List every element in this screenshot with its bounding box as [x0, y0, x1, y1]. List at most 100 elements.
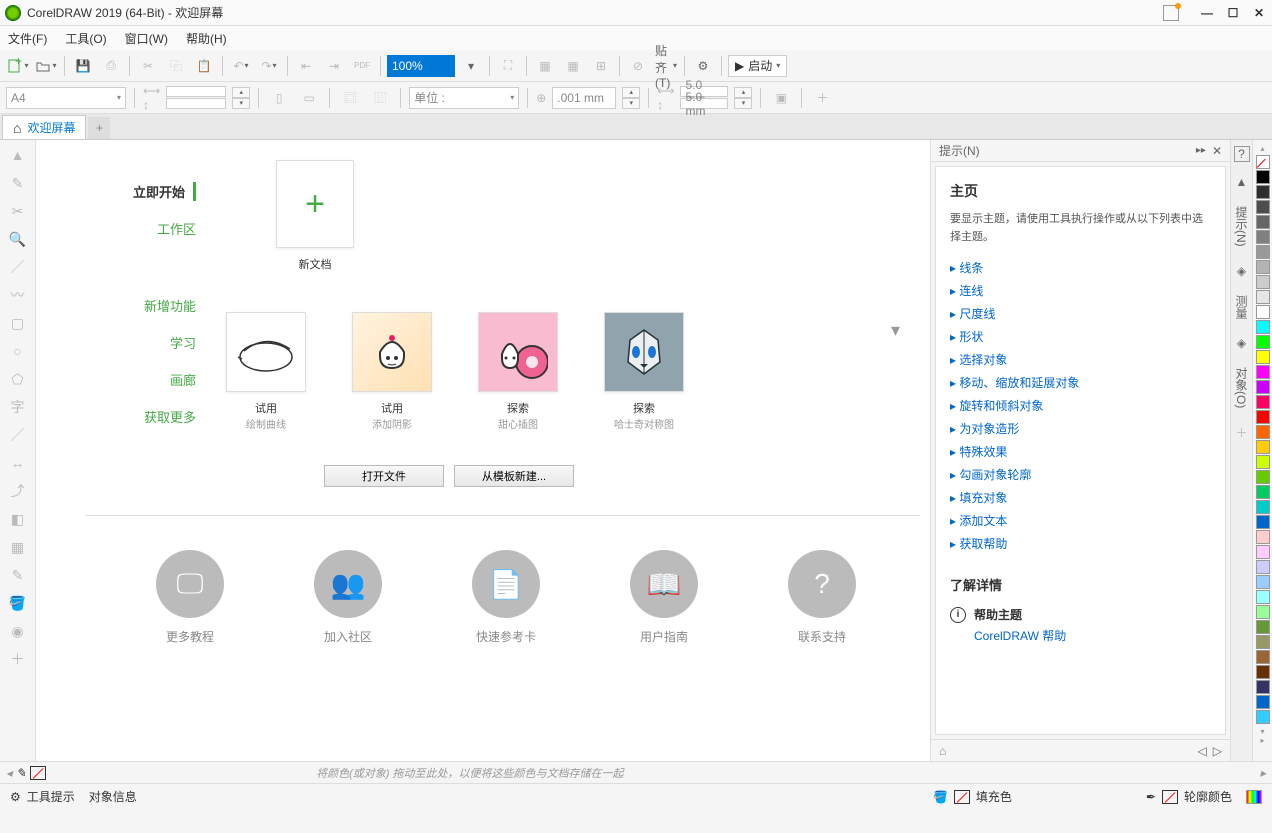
link-1[interactable]: 连线	[959, 284, 983, 298]
fill-tool[interactable]: 🪣	[7, 592, 29, 614]
swatch[interactable]	[1256, 590, 1270, 604]
page-layout-2[interactable]: ⿲	[368, 86, 392, 110]
new-button[interactable]: +	[6, 54, 30, 78]
link-12[interactable]: 获取帮助	[959, 537, 1007, 551]
fullscreen-button[interactable]: ⛶	[496, 54, 520, 78]
card-try-2[interactable]: 试用 添加阴影	[352, 312, 432, 431]
swatch[interactable]	[1256, 350, 1270, 364]
link-7[interactable]: 为对象造形	[959, 422, 1019, 436]
nav-getmore[interactable]: 获取更多	[66, 407, 196, 426]
swatch[interactable]	[1256, 530, 1270, 544]
link-6[interactable]: 旋转和倾斜对象	[959, 399, 1043, 413]
swatch[interactable]	[1256, 545, 1270, 559]
swatch[interactable]	[1256, 695, 1270, 709]
open-button[interactable]	[34, 54, 58, 78]
card-explore-2[interactable]: 探索 哈士奇对称图	[604, 312, 684, 431]
dock-layers-icon[interactable]: ◈	[1234, 335, 1250, 351]
spinner-3[interactable]: ▴▾	[734, 87, 752, 109]
add-toolbar-button[interactable]: ＋	[810, 86, 834, 110]
print-button[interactable]: ⎙	[99, 54, 123, 78]
line-tool[interactable]: ／	[7, 424, 29, 446]
page-width[interactable]	[166, 86, 226, 97]
link-4[interactable]: 选择对象	[959, 353, 1007, 367]
nav-fwd[interactable]: ▷	[1213, 744, 1222, 758]
cut-button[interactable]: ✂	[136, 54, 160, 78]
maximize-button[interactable]: ☐	[1225, 5, 1241, 21]
swatch[interactable]	[1256, 635, 1270, 649]
menu-file[interactable]: 文件(F)	[8, 30, 47, 47]
swatch[interactable]	[1256, 440, 1270, 454]
swatch[interactable]	[1256, 230, 1270, 244]
nav-start[interactable]: 立即开始	[66, 182, 196, 201]
dock-diamond-icon[interactable]: ◈	[1234, 263, 1250, 279]
user-icon[interactable]	[1163, 5, 1179, 21]
nav-home-icon[interactable]: ⌂	[939, 744, 946, 758]
import-button[interactable]: ⇤	[294, 54, 318, 78]
circle-more-tutorials[interactable]: 🖵更多教程	[156, 550, 224, 645]
swatch[interactable]	[1256, 680, 1270, 694]
options-button[interactable]: ⚙	[691, 54, 715, 78]
swatch[interactable]	[1256, 320, 1270, 334]
swatch[interactable]	[1256, 650, 1270, 664]
doc-color-none[interactable]	[30, 766, 46, 780]
color-grid-icon[interactable]	[1246, 790, 1262, 804]
zoom-field[interactable]: 100%	[387, 55, 455, 77]
spinner-1[interactable]: ▴▾	[232, 87, 250, 109]
swatch[interactable]	[1256, 215, 1270, 229]
nav-gallery[interactable]: 画廊	[66, 370, 196, 389]
dup-y[interactable]: 5.0 mm	[680, 98, 728, 109]
dock-measure-tab[interactable]: 测量	[1231, 291, 1252, 323]
swatch[interactable]	[1256, 275, 1270, 289]
link-3[interactable]: 形状	[959, 330, 983, 344]
crop-tool[interactable]: ✂	[7, 200, 29, 222]
swatch[interactable]	[1256, 665, 1270, 679]
swatch[interactable]	[1256, 335, 1270, 349]
link-11[interactable]: 添加文本	[959, 514, 1007, 528]
swatch[interactable]	[1256, 425, 1270, 439]
status-fill[interactable]: 🪣 填充色	[933, 788, 1012, 805]
spinner-2[interactable]: ▴▾	[622, 87, 640, 109]
swatch[interactable]	[1256, 485, 1270, 499]
swatch[interactable]	[1256, 560, 1270, 574]
treat-as-filled[interactable]: ▣	[769, 86, 793, 110]
nudge-field[interactable]: .001 mm	[552, 87, 616, 109]
new-document-card[interactable]: +	[276, 160, 354, 248]
dropshadow-tool[interactable]: ◧	[7, 508, 29, 530]
export-button[interactable]: ⇥	[322, 54, 346, 78]
pick-tool[interactable]: ▲	[7, 144, 29, 166]
grid-button[interactable]: ▦	[561, 54, 585, 78]
circle-community[interactable]: 👥加入社区	[314, 550, 382, 645]
save-button[interactable]: 💾	[71, 54, 95, 78]
eyedropper-icon[interactable]: ✎	[16, 766, 26, 780]
paper-combo[interactable]: A4▾	[6, 87, 126, 109]
dock-help-icon[interactable]: ?	[1234, 146, 1250, 162]
landscape-button[interactable]: ▭	[297, 86, 321, 110]
status-objinfo[interactable]: 对象信息	[89, 788, 137, 805]
page-height[interactable]	[166, 98, 226, 109]
snap-off-button[interactable]: ⊘	[626, 54, 650, 78]
swatch[interactable]	[1256, 470, 1270, 484]
ellipse-tool[interactable]: ○	[7, 340, 29, 362]
outline-tool[interactable]: ◉	[7, 620, 29, 642]
swatch[interactable]	[1256, 500, 1270, 514]
tab-welcome[interactable]: ⌂ 欢迎屏幕	[2, 115, 86, 139]
dock-hints-tab[interactable]: 提示(N)	[1231, 202, 1252, 251]
menu-tools[interactable]: 工具(O)	[65, 30, 106, 47]
polygon-tool[interactable]: ⬠	[7, 368, 29, 390]
swatch[interactable]	[1256, 455, 1270, 469]
freehand-tool[interactable]: ／	[7, 256, 29, 278]
swatch[interactable]	[1256, 620, 1270, 634]
status-outline[interactable]: ✒ 轮廓颜色	[1146, 788, 1232, 805]
pdf-button[interactable]: PDF	[350, 54, 374, 78]
snap-button[interactable]: 贴齐(T)	[654, 54, 678, 78]
swatch[interactable]	[1256, 410, 1270, 424]
rulers-button[interactable]: ▦	[533, 54, 557, 78]
undo-button[interactable]: ↶	[229, 54, 253, 78]
open-file-button[interactable]: 打开文件	[324, 465, 444, 487]
minimize-button[interactable]: —	[1199, 5, 1215, 21]
circle-guide[interactable]: 📖用户指南	[630, 550, 698, 645]
expand-arrow[interactable]: ▾	[891, 320, 900, 341]
link-0[interactable]: 线条	[959, 261, 983, 275]
swatch[interactable]	[1256, 305, 1270, 319]
circle-quickref[interactable]: 📄快速参考卡	[472, 550, 540, 645]
